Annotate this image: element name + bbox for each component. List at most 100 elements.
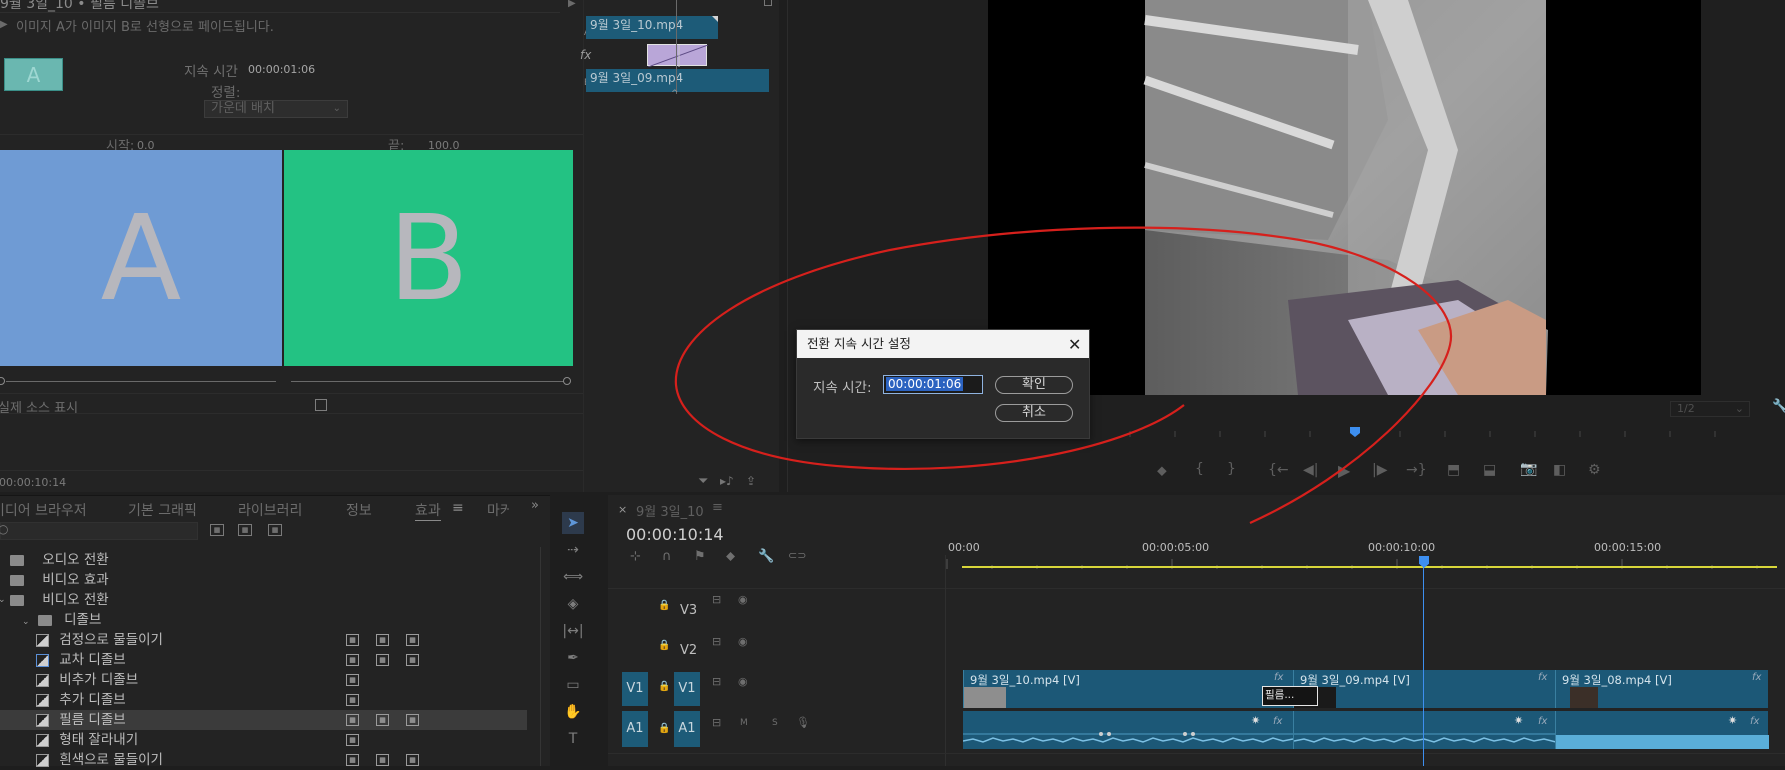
work-area-bar[interactable] — [962, 566, 1777, 568]
timeline-clip-3[interactable]: 9월 3일_08.mp4 [V] fx — [1555, 670, 1768, 708]
a1-track-target[interactable]: A1 — [674, 711, 700, 747]
go-to-in-icon[interactable]: {← — [1268, 462, 1289, 478]
snap-icon[interactable]: ⊹ — [630, 549, 641, 564]
accelerated-effects-icon[interactable]: ▦ — [210, 524, 224, 536]
timeline-timecode[interactable]: 00:00:10:14 — [626, 525, 724, 544]
sequence-menu-icon[interactable]: ≡ — [712, 500, 723, 515]
filter-icon[interactable]: ⏷ — [698, 474, 708, 489]
effects-search-input[interactable]: ○ — [0, 522, 198, 540]
close-icon[interactable]: ✕ — [1068, 335, 1081, 354]
tree-folder-audio-transitions[interactable]: 오디오 전환 — [0, 550, 540, 570]
timeline-clip-1[interactable]: 9월 3일_10.mp4 [V] fx — [963, 670, 1293, 708]
add-marker-icon[interactable]: ⬥ — [1157, 463, 1167, 479]
play-audio-icon[interactable]: ▸♪ — [720, 474, 734, 488]
start-slider-track[interactable] — [6, 381, 276, 382]
v2-sync-icon[interactable]: ⊟ — [712, 635, 721, 648]
v2-label[interactable]: V2 — [680, 643, 697, 658]
camera-icon[interactable]: 📷 — [1520, 461, 1537, 477]
alignment-select[interactable]: 가운데 배치 ⌄ — [204, 100, 348, 118]
settings-icon[interactable]: ⚙ — [1588, 462, 1601, 478]
a1-sync-icon[interactable]: ⊟ — [712, 716, 721, 729]
a1-solo-button[interactable]: S — [772, 718, 778, 728]
sequence-tab[interactable]: 9월 3일_10 — [636, 501, 704, 520]
play-icon[interactable]: ▶ — [1338, 461, 1350, 480]
slip-tool-icon[interactable]: |↔| — [562, 620, 584, 642]
v3-eye-icon[interactable]: ◉ — [738, 593, 748, 606]
tree-item-cross-dissolve[interactable]: 교차 디졸브 ▦ ▦ ▦ — [0, 650, 540, 670]
linked-selection-icon[interactable]: ⚑ — [694, 549, 706, 564]
v1-lock-icon[interactable]: 🔒 — [658, 681, 670, 692]
v2-lock-icon[interactable]: 🔒 — [658, 640, 670, 651]
mark-in-icon[interactable]: { — [1195, 461, 1204, 477]
v3-lock-icon[interactable]: 🔒 — [658, 600, 670, 611]
tab-libraries[interactable]: 라이브러리 — [238, 500, 302, 520]
tab-essential-graphics[interactable]: 기본 그래픽 — [128, 500, 197, 520]
v3-sync-icon[interactable]: ⊟ — [712, 593, 721, 606]
tree-item-dip-to-black[interactable]: 검정으로 물들이기 ▦ ▦ ▦ — [0, 630, 540, 650]
a1-mute-button[interactable]: M — [740, 718, 748, 728]
duration-input[interactable]: 00:00:01:06 — [883, 375, 983, 394]
track-select-tool-icon[interactable]: ⇢ — [562, 539, 584, 561]
tab-effects[interactable]: 효과 — [415, 500, 441, 521]
rectangle-tool-icon[interactable]: ▭ — [562, 674, 584, 696]
tree-item-non-additive-dissolve[interactable]: 비추가 디졸브 ▦ — [0, 670, 540, 690]
32bit-effects-icon[interactable]: ▦ — [238, 524, 252, 536]
pen-tool-icon[interactable]: ✒ — [562, 647, 584, 669]
hand-tool-icon[interactable]: ✋ — [562, 701, 584, 723]
a1-source-patch[interactable]: A1 — [622, 711, 648, 747]
end-slider-track[interactable] — [291, 381, 564, 382]
effects-scrollbar[interactable] — [540, 547, 541, 766]
start-slider-knob[interactable] — [0, 377, 5, 385]
tab-info[interactable]: 정보 — [346, 500, 372, 520]
yuv-effects-icon[interactable]: ▦ — [268, 524, 282, 536]
mark-out-icon[interactable]: } — [1227, 461, 1236, 477]
add-marker-icon[interactable]: ⬥ — [726, 549, 735, 564]
export-icon[interactable]: ⇪ — [746, 474, 756, 488]
captions-icon[interactable]: ⊂⊃ — [788, 549, 806, 562]
v1-sync-icon[interactable]: ⊟ — [712, 675, 721, 688]
v1-track-target[interactable]: V1 — [674, 672, 700, 706]
program-zoom-select[interactable]: 1/2 ⌄ — [1670, 401, 1750, 417]
tree-item-morph-cut[interactable]: 형태 잘라내기 ▦ — [0, 730, 540, 750]
mini-clip-a[interactable]: 9월 3일_10.mp4 — [586, 16, 718, 39]
a1-lock-icon[interactable]: 🔒 — [658, 723, 670, 734]
mini-transition-block[interactable] — [647, 44, 708, 67]
mini-playhead[interactable] — [676, 0, 677, 94]
v2-eye-icon[interactable]: ◉ — [738, 635, 748, 648]
show-actual-sources-checkbox[interactable] — [315, 399, 327, 411]
cancel-button[interactable]: 취소 — [995, 404, 1073, 422]
duration-value[interactable]: 00:00:01:06 — [248, 63, 315, 76]
step-forward-icon[interactable]: |▶ — [1372, 462, 1387, 478]
tree-folder-video-transitions[interactable]: ⌄ 비디오 전환 — [0, 590, 540, 610]
audio-clip-2[interactable]: ✷ fx — [1293, 711, 1556, 749]
timeline-ruler[interactable] — [945, 555, 1775, 571]
end-slider-knob[interactable] — [563, 377, 571, 385]
tree-item-additive-dissolve[interactable]: 추가 디졸브 ▦ — [0, 690, 540, 710]
tree-item-film-dissolve[interactable]: 필름 디졸브 ▦ ▦ ▦ — [0, 710, 527, 730]
v3-label[interactable]: V3 — [680, 603, 697, 618]
step-back-icon[interactable]: ◀| — [1303, 462, 1318, 478]
wrench-icon[interactable]: 🔧 — [1772, 399, 1785, 414]
comparison-view-icon[interactable]: ◧ — [1553, 462, 1566, 478]
timeline-settings-icon[interactable]: 🔧 — [758, 549, 774, 564]
extract-icon[interactable]: ⬓ — [1483, 462, 1496, 478]
ok-button[interactable]: 확인 — [995, 376, 1073, 394]
tree-folder-video-effects[interactable]: 비디오 효과 — [0, 570, 540, 590]
audio-clip-1[interactable]: ✷ fx — [963, 711, 1293, 749]
razor-tool-icon[interactable]: ◈ — [562, 593, 584, 615]
lift-icon[interactable]: ⬒ — [1447, 462, 1460, 478]
v1-eye-icon[interactable]: ◉ — [738, 675, 748, 688]
hamburger-icon[interactable]: ≡ — [452, 500, 464, 516]
tab-markers[interactable]: 마커 — [487, 500, 509, 520]
microphone-icon[interactable]: 🎙 — [796, 716, 810, 729]
ripple-edit-tool-icon[interactable]: ⟺ — [562, 566, 584, 588]
audio-clip-3[interactable]: ✷ fx — [1555, 711, 1769, 749]
tree-folder-dissolve[interactable]: ⌄ 디졸브 — [0, 610, 540, 630]
tab-media-browser[interactable]: 미디어 브라우저 — [0, 500, 87, 520]
magnet-icon[interactable]: ∩ — [662, 549, 672, 564]
go-to-out-icon[interactable]: →} — [1406, 462, 1427, 478]
close-icon[interactable]: × — [618, 503, 627, 516]
v1-source-patch[interactable]: V1 — [622, 672, 648, 706]
timeline-transition[interactable]: 필름... — [1262, 686, 1318, 706]
play-transition-icon[interactable]: ▶ — [0, 19, 8, 30]
